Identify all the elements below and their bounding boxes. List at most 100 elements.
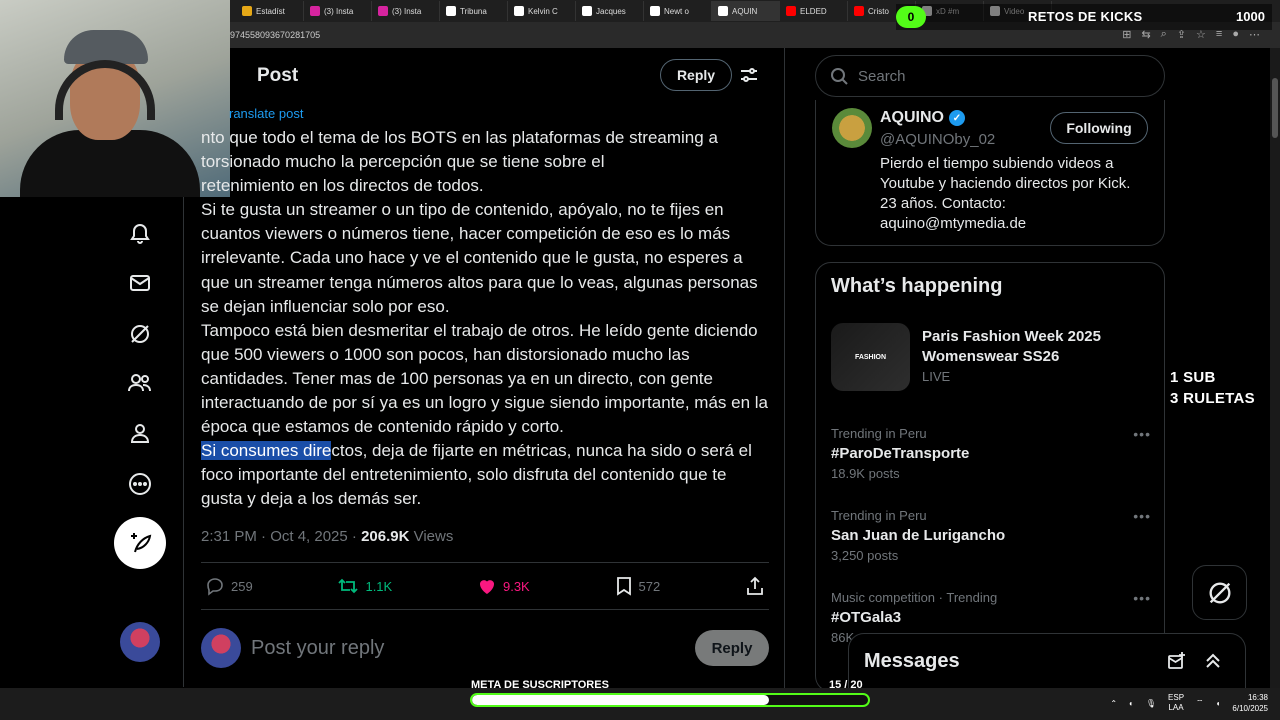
account-avatar[interactable]	[120, 622, 160, 662]
browser-tab[interactable]: Newt o	[644, 1, 712, 21]
nav-messages[interactable]	[124, 267, 156, 299]
tab-favicon-icon	[310, 6, 320, 16]
repost-action[interactable]: 1.1K	[337, 576, 392, 596]
trend-name: #OTGala3	[831, 609, 902, 626]
verified-icon: ✓	[949, 110, 965, 126]
nav-notifications[interactable]	[124, 217, 156, 249]
nav-communities[interactable]	[124, 367, 156, 399]
trend-item[interactable]: Trending in Peru San Juan de Lurigancho …	[831, 508, 1151, 563]
search-input[interactable]: Search	[815, 55, 1165, 97]
translate-link[interactable]: ranslate post	[229, 106, 303, 121]
tab-label: Cristo	[868, 6, 889, 16]
browser-tab[interactable]: AQUIN	[712, 1, 780, 21]
post-column: Post Reply ranslate post nto que todo el…	[185, 48, 783, 688]
mic-icon[interactable]: 🎙	[1146, 699, 1156, 708]
chevron-up-icon[interactable]	[1203, 651, 1223, 671]
bookmark-action[interactable]: 572	[615, 576, 660, 596]
browser-tab[interactable]: Tribuna	[440, 1, 508, 21]
tab-favicon-icon	[242, 6, 252, 16]
reply-submit-button[interactable]: Reply	[695, 630, 769, 666]
event-item[interactable]: FASHION Paris Fashion Week 2025 Womenswe…	[831, 323, 1151, 393]
nav-grok[interactable]	[124, 318, 156, 350]
post-paragraph: Tampoco está bien desmeritar el trabajo …	[201, 320, 769, 437]
grok-floating-button[interactable]	[1192, 565, 1247, 620]
more-options-icon[interactable]: •••	[1133, 508, 1151, 524]
feather-plus-icon	[131, 533, 152, 553]
tab-favicon-icon	[718, 6, 728, 16]
author-handle[interactable]: @AQUINOby_02	[880, 131, 995, 148]
tab-label: (3) Insta	[324, 6, 354, 16]
following-button[interactable]: Following	[1050, 112, 1148, 144]
event-status: LIVE	[922, 369, 951, 384]
heart-icon	[479, 580, 494, 594]
messages-drawer[interactable]: Messages	[848, 633, 1246, 688]
event-title: Paris Fashion Week 2025 Womenswear SS26	[922, 328, 1101, 365]
rule-line: 3 RULETAS	[1170, 390, 1255, 407]
repost-count: 1.1K	[365, 578, 393, 594]
post-paragraph-last: Si consumes directos, deja de fijarte en…	[201, 439, 771, 511]
browser-tab[interactable]: Jacques	[576, 1, 644, 21]
browser-tab[interactable]: (3) Insta	[304, 1, 372, 21]
author-avatar[interactable]	[832, 108, 872, 148]
clock[interactable]: 16:38 6/10/2025	[1232, 692, 1268, 714]
trend-name: #ParoDeTransporte	[831, 445, 970, 462]
author-name-text: AQUINO	[880, 109, 944, 126]
trend-name: San Juan de Lurigancho	[831, 527, 1006, 544]
share-icon	[747, 576, 763, 595]
chevron-up-icon[interactable]: ⌃	[1110, 699, 1117, 708]
filter-icon[interactable]	[739, 65, 759, 85]
wifi-icon[interactable]: ⌔	[1196, 698, 1204, 708]
subscriber-goal-count: 15 / 20	[829, 679, 863, 691]
new-message-icon[interactable]	[1167, 651, 1187, 671]
url-text[interactable]: 974558093670281705	[230, 30, 320, 40]
nav-profile[interactable]	[124, 417, 156, 449]
trend-context: Trending in Peru	[831, 426, 927, 441]
reply-top-button[interactable]: Reply	[660, 59, 732, 91]
page-scrollbar[interactable]	[1270, 48, 1280, 688]
event-thumbnail: FASHION	[831, 323, 910, 391]
trend-posts: 18.9K posts	[831, 466, 900, 481]
messages-actions	[1167, 651, 1223, 671]
retos-count: 1000	[1236, 9, 1265, 24]
trend-item[interactable]: Trending in Peru #ParoDeTransporte 18.9K…	[831, 426, 1151, 481]
network-icon[interactable]: ◐	[1129, 699, 1134, 708]
more-options-icon[interactable]: •••	[1133, 590, 1151, 606]
tab-label: AQUIN	[732, 6, 758, 16]
nav-more[interactable]	[124, 468, 156, 500]
browser-tab[interactable]: (3) Insta	[372, 1, 440, 21]
tab-label: Newt o	[664, 6, 689, 16]
page-title: Post	[257, 65, 299, 86]
rules-overlay: 1 SUB 3 RULETAS	[1170, 367, 1255, 409]
share-action[interactable]	[745, 576, 765, 596]
like-count: 9.3K	[502, 578, 530, 594]
more-options-icon[interactable]: •••	[1133, 426, 1151, 442]
keyboard-layout: LAA	[1168, 703, 1184, 712]
tab-favicon-icon	[582, 6, 592, 16]
browser-tab[interactable]: ELDED	[780, 1, 848, 21]
selected-text: Si consumes dire	[201, 441, 332, 461]
webcam-headset	[55, 60, 155, 120]
grok-icon	[131, 325, 149, 343]
trend-posts: 3,250 posts	[831, 548, 899, 563]
mail-icon	[130, 275, 150, 291]
post-meta: 2:31 PM · Oct 4, 2025 · 206.9K Views	[201, 528, 453, 545]
post-body: nto que todo el tema de los BOTS en las …	[201, 126, 771, 512]
repost-icon	[338, 578, 359, 594]
language-indicator[interactable]: ESP LAA	[1168, 693, 1184, 713]
author-name[interactable]: AQUINO ✓	[880, 109, 965, 127]
browser-tab[interactable]: Kelvin C	[508, 1, 576, 21]
tab-favicon-icon	[446, 6, 456, 16]
post-time[interactable]: 2:31 PM · Oct 4, 2025 ·	[201, 528, 361, 545]
reply-input[interactable]: Post your reply	[251, 637, 695, 660]
tab-label: (3) Insta	[392, 6, 422, 16]
scroll-thumb[interactable]	[1272, 78, 1278, 138]
volume-icon[interactable]: ◖	[1216, 699, 1221, 708]
browser-tab[interactable]: Estadíst	[236, 1, 304, 21]
messages-title: Messages	[864, 649, 960, 672]
trend-context: Music competition · Trending	[831, 590, 998, 605]
post-line: retenimiento en los directos de todos.	[201, 176, 484, 196]
reply-action[interactable]: 259	[205, 576, 253, 596]
like-action[interactable]: 9.3K	[477, 576, 530, 596]
compose-post-button[interactable]	[114, 517, 166, 569]
post-actions: 259 1.1K 9.3K 572	[201, 562, 769, 610]
